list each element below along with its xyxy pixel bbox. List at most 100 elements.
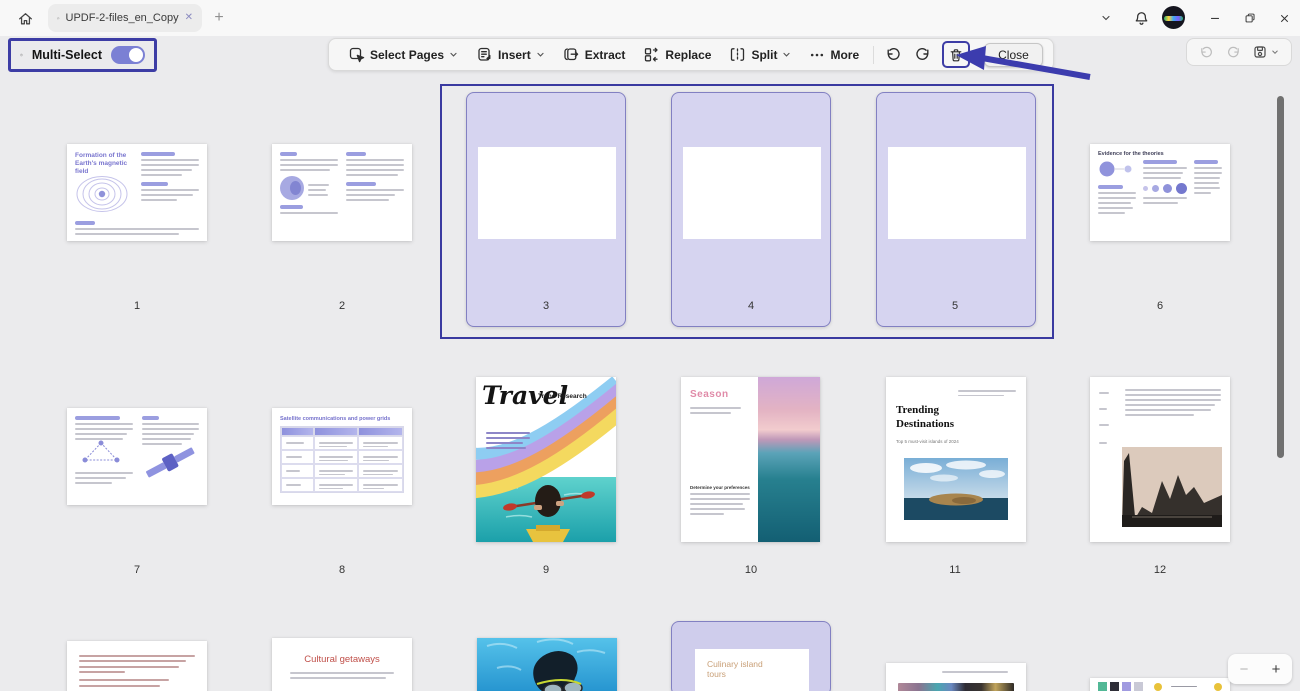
select-pages-button[interactable]: Select Pages (339, 39, 467, 70)
page-thumbnail-8[interactable]: Satellite communications and power grids (272, 408, 412, 505)
page-thumbnail-11[interactable]: Trending Destinations Top 5 must-visit i… (886, 377, 1026, 542)
multi-select-label: Multi-Select (32, 48, 102, 62)
pages-toolbar: Select Pages Insert Extract Replace (328, 38, 1054, 71)
more-icon (809, 47, 825, 63)
page-thumbnail-13[interactable] (67, 641, 207, 691)
page-16-title: Culinary island tours (707, 659, 777, 679)
page-thumbnail-6[interactable]: Evidence for the theories (1090, 144, 1230, 241)
page-thumbnail-16[interactable]: Culinary island tours (671, 621, 831, 691)
page-content-preview (1098, 682, 1222, 691)
page-number-8: 8 (317, 564, 367, 576)
select-pages-icon (348, 46, 365, 63)
split-button[interactable]: Split (720, 39, 800, 70)
home-icon (17, 10, 34, 27)
page-thumbnail-17[interactable] (886, 663, 1026, 691)
page-content-preview (75, 221, 199, 235)
page-content-preview (1098, 160, 1222, 214)
magnetic-field-diagram (75, 176, 129, 212)
insert-icon (476, 46, 493, 63)
page-thumbnail-3[interactable] (466, 92, 626, 327)
page-number-11: 11 (930, 564, 980, 576)
chevron-down-icon (1271, 48, 1279, 56)
notifications-button[interactable] (1131, 7, 1151, 29)
undo-button-disabled[interactable] (1199, 45, 1214, 60)
island-photo (904, 458, 1008, 520)
page-number-10: 10 (726, 564, 776, 576)
extract-button[interactable]: Extract (554, 39, 635, 70)
account-chevron-button[interactable] (1096, 10, 1116, 26)
page-content-preview (284, 672, 400, 679)
minimize-button[interactable] (1203, 8, 1227, 28)
orbit-diagram (1098, 160, 1136, 178)
multi-select-panel: Multi-Select (8, 38, 157, 72)
scrollbar-thumb[interactable] (1277, 96, 1284, 458)
tab-close-icon[interactable]: ✕ (185, 13, 193, 23)
redo-button-disabled[interactable] (1226, 45, 1241, 60)
undo-icon (1199, 45, 1214, 60)
bell-icon (1133, 10, 1150, 27)
replace-icon (643, 46, 660, 63)
page-9-subtitle: Trend Research (538, 393, 587, 400)
page-thumbnail-12[interactable] (1090, 377, 1230, 542)
document-tab[interactable]: UPDF-2-files_en_Copy ✕ (48, 4, 202, 32)
chevron-down-icon (449, 50, 458, 59)
page-number-4: 4 (726, 300, 776, 312)
close-button[interactable]: Close (984, 43, 1043, 67)
page-11-subtitle: Top 5 must-visit islands of 2024 (896, 439, 1016, 444)
page-8-title: Satellite communications and power grids (280, 416, 404, 422)
page-14-title: Cultural getaways (284, 654, 400, 665)
quick-toolbar (1186, 38, 1292, 66)
undo-button[interactable] (879, 39, 908, 70)
page-thumbnail-9[interactable]: Travel Trend Research (476, 377, 616, 542)
triangle-diagram (75, 440, 127, 464)
minimize-icon (1208, 11, 1222, 25)
page-thumbnail-18[interactable] (1090, 678, 1230, 691)
delete-pages-button[interactable] (942, 41, 970, 68)
page-thumbnail-7[interactable] (67, 408, 207, 505)
chevron-down-icon (1100, 12, 1112, 24)
more-button[interactable]: More (800, 39, 868, 70)
window-close-button[interactable] (1272, 8, 1296, 28)
page-number-1: 1 (112, 300, 162, 312)
underwater-photo (477, 638, 617, 691)
zoom-in-button[interactable]: + (1272, 661, 1281, 678)
page-1-title: Formation of the Earth's magnetic field (75, 152, 133, 176)
restore-button[interactable] (1238, 8, 1262, 28)
trash-icon (948, 47, 964, 63)
page-number-6: 6 (1135, 300, 1185, 312)
insert-button[interactable]: Insert (467, 39, 554, 70)
save-icon (1252, 44, 1268, 60)
user-avatar[interactable] (1162, 6, 1185, 29)
page-table-preview (280, 426, 404, 493)
page-thumbnail-5[interactable] (876, 92, 1036, 327)
page-content-preview (958, 390, 1016, 396)
page-10-title: Season (690, 389, 749, 400)
page-11-title: Trending Destinations (896, 404, 986, 432)
home-button[interactable] (10, 5, 40, 31)
page-number-5: 5 (930, 300, 980, 312)
multi-select-toggle[interactable] (111, 46, 145, 64)
page-thumbnail-1[interactable]: Formation of the Earth's magnetic field (67, 144, 207, 241)
page-content-preview (898, 671, 1014, 691)
page-number-2: 2 (317, 300, 367, 312)
page-thumbnail-10[interactable]: Season Determine your preferences (681, 377, 820, 542)
page-content-preview: Season Determine your preferences (681, 377, 758, 542)
help-icon (20, 47, 23, 63)
blank-page-preview (888, 147, 1026, 239)
redo-button[interactable] (908, 39, 937, 70)
page-content-preview (486, 429, 530, 449)
page-thumbnail-14[interactable]: Cultural getaways (272, 638, 412, 691)
new-tab-button[interactable]: + (208, 8, 230, 28)
replace-button[interactable]: Replace (634, 39, 720, 70)
page-thumbnail-2[interactable] (272, 144, 412, 241)
save-button[interactable] (1252, 44, 1279, 60)
page-thumbnail-15[interactable] (477, 638, 617, 691)
zoom-out-button[interactable]: − (1240, 661, 1249, 678)
undo-icon (885, 46, 902, 63)
blank-page-preview (683, 147, 821, 239)
redo-icon (1226, 45, 1241, 60)
page-10-caption: Determine your preferences (690, 485, 750, 490)
restore-icon (1243, 11, 1257, 25)
extract-icon (563, 46, 580, 63)
page-thumbnail-4[interactable] (671, 92, 831, 327)
